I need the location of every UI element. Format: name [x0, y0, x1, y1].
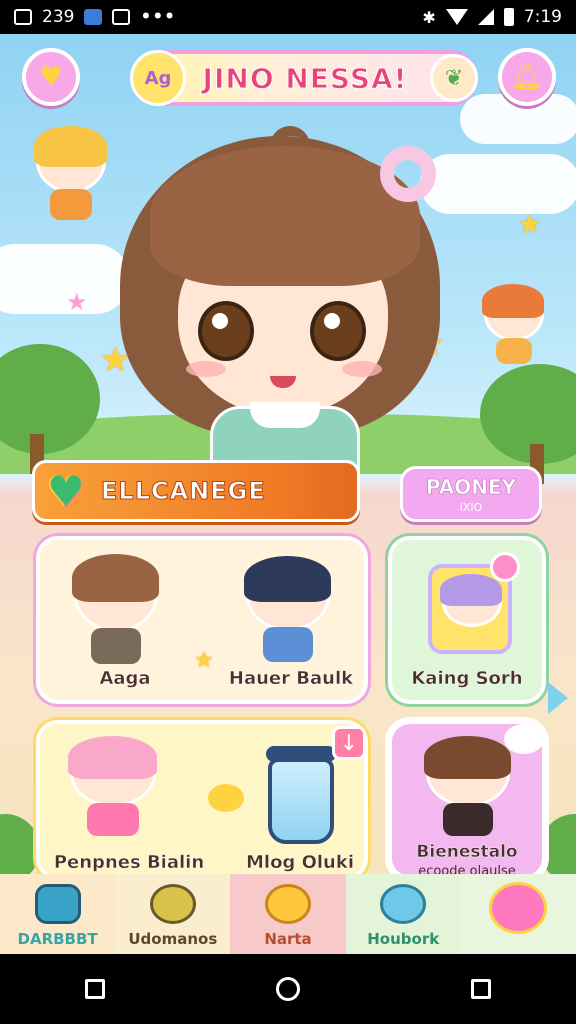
character-card-item[interactable]: Penpnes Bialin Mlog Oluki: [36, 720, 368, 880]
money-button[interactable]: PAONEY IXIO: [400, 466, 542, 522]
drink-cup-icon: [266, 746, 336, 844]
event-banner[interactable]: ♥ ELLCANEGE: [32, 460, 360, 522]
tab-houbork[interactable]: Houbork: [345, 874, 461, 954]
gallery-icon: [112, 9, 131, 25]
battery-icon: [503, 8, 514, 26]
star-icon: ★: [194, 648, 214, 673]
app-notification-icon: [84, 9, 103, 25]
character-card-pair[interactable]: ★ Aaga Hauer Baulk: [36, 536, 368, 704]
leaf-icon: ❦: [430, 54, 478, 102]
heart-icon: ♥: [47, 466, 85, 516]
tab-label: Udomanos: [128, 930, 218, 948]
back-button[interactable]: [85, 979, 106, 999]
floating-chibi-redhead[interactable]: [482, 284, 545, 364]
card-name: Bienestalo: [416, 842, 518, 862]
card-name-left: Penpnes Bialin: [53, 852, 205, 873]
box-icon: [34, 884, 81, 924]
tab-pet[interactable]: [460, 874, 576, 954]
next-arrow-icon[interactable]: [548, 682, 568, 714]
donut-icon: [380, 146, 436, 202]
card-name: Kaing Sorh: [411, 668, 523, 689]
status-bar: 239 ••• ✱ 7:19: [0, 0, 576, 34]
chick-icon: [208, 784, 244, 812]
heart-icon: ♥: [39, 62, 63, 92]
slime-icon: [380, 884, 427, 924]
title-badge-label: Ag: [144, 67, 172, 89]
vibrate-icon: ✱: [422, 7, 436, 27]
chibi-bienestalo: [424, 736, 512, 836]
star-icon: ★: [518, 210, 542, 240]
cat-icon: [265, 884, 311, 924]
status-right: ✱ 7:19: [422, 7, 562, 27]
chibi-aaga: [72, 554, 160, 664]
cloud: [0, 244, 130, 314]
tab-darbbbt[interactable]: DARBBBT: [0, 874, 116, 954]
flower-badge-icon: [490, 552, 520, 582]
status-left: 239 •••: [14, 7, 176, 27]
game-screen: ♥ Ag JINO NESSA! ❦ 🔔︎ ★ ★ ★ ★ ★ ★: [0, 34, 576, 954]
status-number: 239: [42, 7, 75, 27]
event-banner-label: ELLCANEGE: [101, 477, 266, 506]
eye: [310, 301, 366, 361]
card-name-right: Mlog Oluki: [245, 852, 355, 873]
more-notifications-icon: •••: [140, 7, 177, 27]
tab-udomanos[interactable]: Udomanos: [115, 874, 231, 954]
title-banner: Ag JINO NESSA! ❦: [130, 50, 478, 106]
title-badge: Ag: [130, 50, 186, 106]
chibi-hauer: [244, 556, 332, 662]
game-title: JINO NESSA!: [202, 61, 408, 95]
money-sublabel: IXIO: [459, 500, 483, 514]
bell-icon: 🔔︎: [510, 62, 544, 92]
signal-icon: [477, 9, 494, 25]
character-card-bottom[interactable]: Bienestalo ecoode olaulse: [388, 720, 546, 880]
card-name-right: Hauer Baulk: [228, 668, 354, 689]
eye: [198, 301, 254, 361]
screenshot-icon: [14, 9, 32, 25]
favorites-button[interactable]: ♥: [22, 48, 80, 106]
notifications-button[interactable]: 🔔︎: [498, 48, 556, 106]
chibi-penpnes: [68, 736, 158, 836]
wifi-icon: [445, 9, 468, 25]
tab-label: Houbork: [367, 930, 440, 948]
download-arrow-icon[interactable]: ↓: [332, 726, 366, 760]
bottom-tab-bar: DARBBBT Udomanos Narta Houbork: [0, 874, 576, 954]
speech-bubble-icon: [504, 724, 542, 754]
tab-label: DARBBBT: [17, 930, 98, 948]
card-name-left: Aaga: [99, 668, 151, 689]
system-nav-bar: [0, 954, 576, 1024]
tab-label: Narta: [264, 930, 312, 948]
character-card-single[interactable]: Kaing Sorh: [388, 536, 546, 704]
money-label: PAONEY: [425, 474, 517, 499]
recents-button[interactable]: [470, 979, 491, 999]
monster-icon: [149, 884, 196, 924]
pink-star-icon: ★: [66, 288, 88, 316]
clock: 7:19: [523, 7, 562, 27]
pink-pet-icon: [489, 882, 548, 934]
floating-chibi-blonde[interactable]: [34, 126, 107, 220]
home-button[interactable]: [275, 977, 300, 1001]
tab-narta[interactable]: Narta: [230, 874, 346, 954]
